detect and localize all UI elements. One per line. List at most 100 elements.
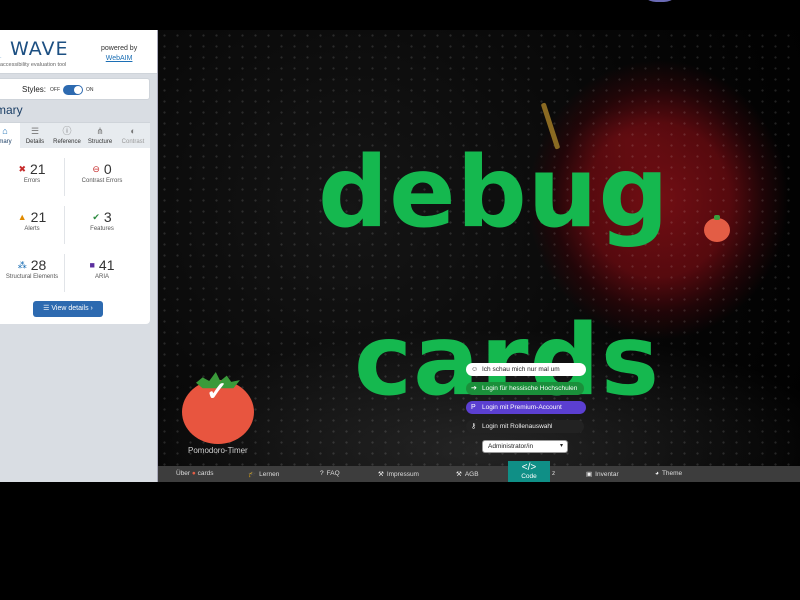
login-premium-label: Login mit Premium-Account — [482, 404, 562, 411]
headline-cards: cards — [354, 304, 661, 418]
tab-details[interactable]: ☰ Details — [20, 123, 50, 149]
stat-features[interactable]: ✔ 3 Features — [70, 204, 134, 248]
login-hessen-button[interactable]: ➔ Login für hessische Hochschulen — [466, 382, 584, 395]
role-select-value: Administrator/in — [488, 443, 534, 450]
paypal-icon: P — [471, 404, 476, 411]
summary-title: mmary — [0, 103, 23, 117]
tab-details-label: Details — [25, 139, 45, 145]
footer-learn[interactable]: 🎓 Lernen — [248, 470, 279, 478]
code-label: Code — [521, 473, 537, 480]
checkmark-icon: ✓ — [206, 376, 228, 406]
stat-alerts[interactable]: ▲ 21 Alerts — [0, 204, 64, 248]
aria-icon: ■ — [89, 260, 95, 270]
key-icon: ⚷ — [471, 423, 477, 430]
stat-structural-elements[interactable]: ⁂ 28 Structural Elements — [0, 252, 64, 296]
graduation-cap-icon: 🎓 — [248, 471, 257, 478]
footer-agb-label: AGB — [464, 471, 479, 478]
login-role-button[interactable]: ⚷ Login mit Rollenauswahl — [466, 420, 584, 433]
tab-structure[interactable]: ⋔ Structure — [84, 123, 116, 149]
alert-icon: ▲ — [17, 212, 27, 222]
top-circle-fragment — [640, 0, 680, 2]
stat-features-value: 3 — [103, 209, 112, 225]
login-premium-button[interactable]: P Login mit Premium-Account — [466, 401, 586, 414]
wave-panel: WAVE accessibility evaluation tool power… — [0, 30, 158, 482]
stat-errors-value: 21 — [29, 161, 46, 177]
wave-stats: ✖ 21 Errors ⊖ 0 Contrast Errors ▲ 21 Alerts… — [0, 148, 150, 324]
stat-aria[interactable]: ■ 41 ARIA — [70, 252, 134, 296]
contrast-error-icon: ⊖ — [92, 164, 100, 174]
footer-bar: Über ● cards 🎓 Lernen ? FAQ ⚒ Impressum ⚒ AG… — [158, 466, 800, 482]
gavel-icon: ⚒ — [456, 471, 462, 478]
contrast-icon: ◐ — [130, 126, 136, 136]
tab-reference-label: Reference — [53, 139, 81, 145]
wave-logo-icon — [0, 38, 6, 58]
stat-aria-caption: ARIA — [94, 274, 109, 280]
footer-hidden-label: z — [552, 470, 556, 477]
styles-label: Styles: — [22, 85, 47, 94]
stat-alerts-value: 21 — [30, 209, 47, 225]
palette-icon: ◕ — [655, 470, 659, 477]
footer-learn-label: Lernen — [259, 471, 280, 478]
wave-logo-text: WAVE — [10, 38, 69, 60]
footer-theme-label: Theme — [661, 470, 683, 477]
footer-inventar[interactable]: ▣ Inventar — [586, 470, 619, 478]
footer-about-extra: cards — [197, 470, 214, 477]
tomato-icon: ● — [191, 470, 196, 477]
tab-summary[interactable]: ⌂ mary — [0, 123, 20, 149]
tab-structure-label: Structure — [87, 139, 113, 145]
tab-reference[interactable]: ⓘ Reference — [50, 123, 84, 149]
website-viewport: debug cards ✓ Pomodoro-Timer ☺ Ich schau … — [158, 30, 800, 482]
stat-contrast-errors-caption: Contrast Errors — [81, 178, 123, 184]
wave-header: WAVE accessibility evaluation tool power… — [0, 30, 157, 74]
footer-impressum[interactable]: ⚒ Impressum — [378, 470, 419, 478]
footer-faq-label: FAQ — [326, 470, 340, 477]
question-icon: ? — [320, 470, 324, 477]
chevron-down-icon: ▾ — [559, 443, 563, 449]
info-icon: ⓘ — [62, 126, 72, 136]
role-select[interactable]: Administrator/in ▾ — [482, 440, 568, 453]
footer-agb[interactable]: ⚒ AGB — [456, 470, 479, 478]
footer-hidden-item[interactable]: z — [552, 470, 555, 477]
footer-theme[interactable]: ◕ Theme — [655, 470, 682, 477]
login-browse-label: Ich schau mich nur mal um — [482, 366, 560, 373]
login-role-label: Login mit Rollenauswahl — [482, 423, 553, 430]
powered-by-text: powered by — [101, 45, 138, 52]
styles-on-label: ON — [86, 87, 94, 93]
login-icon: ➔ — [471, 385, 477, 392]
stat-contrast-errors-value: 0 — [103, 161, 112, 177]
stat-errors[interactable]: ✖ 21 Errors — [0, 156, 64, 200]
structure-icon: ⋔ — [96, 126, 104, 136]
structure-icon: ⁂ — [17, 260, 27, 270]
footer-inventar-label: Inventar — [595, 471, 619, 478]
tab-contrast[interactable]: ◐ Contrast — [116, 123, 150, 149]
wave-logo-subtitle: accessibility evaluation tool — [0, 62, 67, 68]
login-browse-button[interactable]: ☺ Ich schau mich nur mal um — [466, 363, 586, 376]
screen: WAVE accessibility evaluation tool power… — [0, 0, 800, 600]
smile-icon: ☺ — [471, 366, 479, 373]
pomodoro-timer[interactable]: ✓ Pomodoro-Timer — [180, 372, 256, 455]
footer-impressum-label: Impressum — [386, 471, 419, 478]
wave-tabs: ⌂ mary ☰ Details ⓘ Reference ⋔ Structure… — [0, 122, 150, 149]
stat-errors-caption: Errors — [23, 178, 41, 184]
code-button[interactable]: </> Code — [508, 461, 550, 482]
styles-off-label: OFF — [50, 87, 60, 93]
footer-about[interactable]: Über ● cards — [176, 470, 214, 477]
powered-by: powered by WebAIM — [101, 44, 137, 64]
gavel-icon: ⚒ — [378, 471, 384, 478]
styles-toggle[interactable] — [63, 85, 83, 95]
stat-features-caption: Features — [90, 226, 114, 232]
stat-aria-value: 41 — [98, 257, 115, 273]
stat-divider — [64, 206, 65, 244]
footer-faq[interactable]: ? FAQ — [320, 470, 340, 477]
stat-contrast-errors[interactable]: ⊖ 0 Contrast Errors — [70, 156, 134, 200]
box-icon: ▣ — [586, 471, 593, 478]
webaim-link[interactable]: WebAIM — [106, 55, 133, 62]
login-hessen-label: Login für hessische Hochschulen — [482, 385, 578, 392]
error-icon: ✖ — [18, 164, 26, 174]
stat-divider — [64, 254, 65, 292]
headline-debug: debug — [318, 136, 670, 250]
stat-divider — [64, 158, 65, 196]
view-details-button[interactable]: ☰ View details › — [33, 301, 103, 317]
tab-contrast-label: Contrast — [121, 139, 145, 145]
stat-alerts-caption: Alerts — [24, 226, 40, 232]
